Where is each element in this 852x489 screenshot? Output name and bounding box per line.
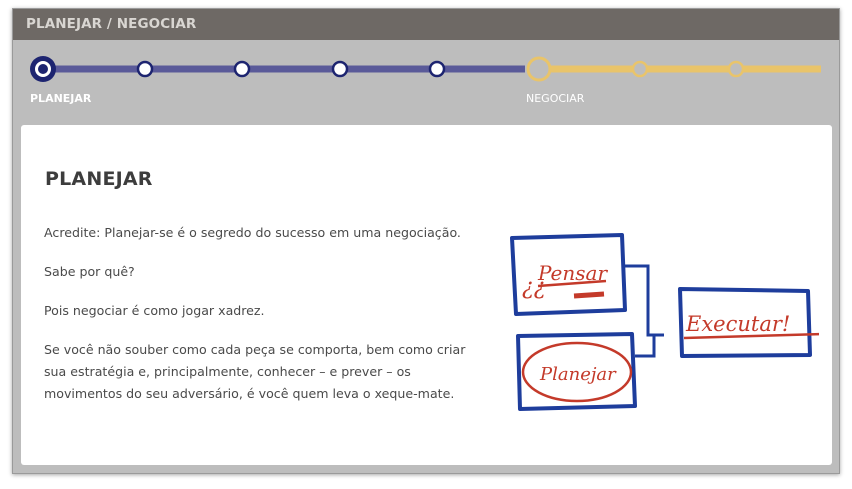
paragraph: Se você não souber como cada peça se com… <box>44 342 466 401</box>
timeline-step-6[interactable] <box>526 56 552 82</box>
timeline-step-8[interactable] <box>727 60 745 78</box>
plan-think-execute-illustration: ¿¿ Pensar Planejar Executar! <box>510 233 819 411</box>
timeline-label-planejar[interactable]: PLANEJAR <box>30 92 91 105</box>
timeline-step-2[interactable] <box>136 60 154 78</box>
timeline-step-4[interactable] <box>331 60 349 78</box>
paragraph: Sabe por quê? <box>44 264 135 279</box>
planejar-label: Planejar <box>539 364 617 385</box>
paragraph: Acredite: Planejar-se é o segredo do suc… <box>44 225 461 240</box>
section-body: Acredite: Planejar-se é o segredo do suc… <box>44 222 484 422</box>
timeline-label-negociar[interactable]: NEGOCIAR <box>526 92 584 105</box>
lesson-window: PLANEJAR / NEGOCIAR PLANEJAR NEGOCIAR PL… <box>12 8 840 474</box>
executar-box: Executar! <box>678 287 819 358</box>
content-card: PLANEJAR Acredite: Planejar-se é o segre… <box>21 125 832 465</box>
progress-timeline: PLANEJAR NEGOCIAR <box>13 40 839 125</box>
timeline-step-5[interactable] <box>428 60 446 78</box>
timeline-step-7[interactable] <box>631 60 649 78</box>
pensar-box: ¿¿ Pensar <box>510 233 627 316</box>
window-title: PLANEJAR / NEGOCIAR <box>13 9 839 40</box>
timeline-track <box>30 56 821 82</box>
timeline-step-1[interactable] <box>30 56 56 82</box>
section-title: PLANEJAR <box>45 168 153 190</box>
timeline-step-3[interactable] <box>233 60 251 78</box>
executar-label: Executar! <box>685 312 790 336</box>
planejar-box: Planejar <box>516 332 637 411</box>
paragraph: Pois negociar é como jogar xadrez. <box>44 303 265 318</box>
